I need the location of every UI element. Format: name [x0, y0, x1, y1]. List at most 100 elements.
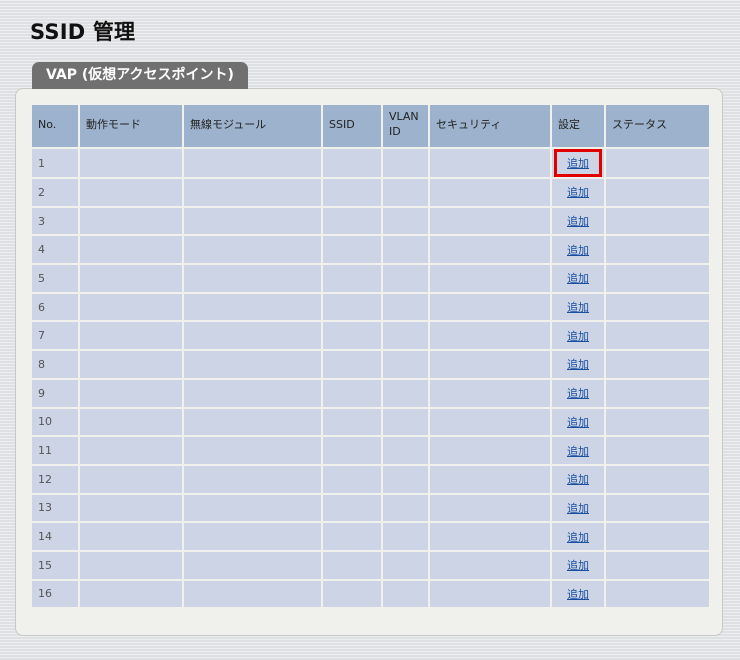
add-link[interactable]: 追加 [556, 294, 600, 320]
table-header-row: No. 動作モード 無線モジュール SSID VLAN ID セキュリティ 設定 … [30, 103, 711, 149]
table-row: 7 追加 [30, 320, 711, 352]
add-link[interactable]: 追加 [556, 323, 600, 349]
add-link[interactable]: 追加 [556, 179, 600, 205]
col-header-vlan-line2: ID [389, 125, 401, 138]
row-security [428, 205, 552, 237]
row-ssid [321, 147, 383, 179]
row-ssid [321, 234, 383, 266]
row-status [604, 205, 711, 237]
add-link[interactable]: 追加 [556, 438, 600, 464]
row-setting: 追加 [550, 492, 606, 524]
row-status [604, 291, 711, 323]
add-link[interactable]: 追加 [556, 495, 600, 521]
row-ssid [321, 320, 383, 352]
row-module [182, 147, 323, 179]
row-ssid [321, 177, 383, 208]
row-setting: 追加 [550, 349, 606, 380]
row-module [182, 377, 323, 409]
row-vlan-id [381, 177, 430, 208]
table-row: 10 追加 [30, 406, 711, 438]
col-header-setting: 設定 [550, 103, 606, 149]
row-number: 11 [30, 435, 80, 466]
table-row: 13 追加 [30, 492, 711, 524]
row-ssid [321, 291, 383, 323]
tab-vap[interactable]: VAP (仮想アクセスポイント) [32, 62, 248, 89]
table-row: 2 追加 [30, 177, 711, 208]
table-body: 1 追加 2 追加 3 追加 4 追加 5 追加 6 追加 7 追加 8 追加 9 追加 10 追加 11 追加 12 追加 1… [30, 147, 711, 610]
row-vlan-id [381, 291, 430, 323]
add-link[interactable]: 追加 [556, 351, 600, 377]
table-row: 6 追加 [30, 291, 711, 323]
row-status [604, 320, 711, 352]
row-number: 9 [30, 377, 80, 409]
row-vlan-id [381, 406, 430, 438]
row-mode [78, 377, 184, 409]
row-module [182, 578, 323, 610]
row-mode [78, 205, 184, 237]
table-row: 14 追加 [30, 521, 711, 552]
row-ssid [321, 549, 383, 581]
add-link[interactable]: 追加 [556, 466, 600, 492]
row-mode [78, 549, 184, 581]
col-header-security: セキュリティ [428, 103, 552, 149]
row-setting: 追加 [550, 521, 606, 552]
table-row: 16 追加 [30, 578, 711, 610]
table-row: 5 追加 [30, 263, 711, 294]
col-header-status: ステータス [604, 103, 711, 149]
row-vlan-id [381, 234, 430, 266]
row-vlan-id [381, 463, 430, 495]
row-ssid [321, 521, 383, 552]
row-setting: 追加 [550, 406, 606, 438]
row-ssid [321, 492, 383, 524]
row-setting: 追加 [550, 320, 606, 352]
add-link[interactable]: 追加 [556, 237, 600, 263]
add-link[interactable]: 追加 [556, 380, 600, 406]
add-link[interactable]: 追加 [556, 524, 600, 550]
row-setting: 追加 [550, 205, 606, 237]
row-module [182, 349, 323, 380]
row-security [428, 147, 552, 179]
row-status [604, 578, 711, 610]
row-security [428, 263, 552, 294]
row-number: 2 [30, 177, 80, 208]
row-security [428, 349, 552, 380]
row-vlan-id [381, 549, 430, 581]
row-security [428, 435, 552, 466]
row-module [182, 291, 323, 323]
row-setting: 追加 [550, 177, 606, 208]
row-security [428, 521, 552, 552]
row-mode [78, 578, 184, 610]
row-module [182, 234, 323, 266]
row-number: 8 [30, 349, 80, 380]
add-link[interactable]: 追加 [554, 149, 602, 177]
row-ssid [321, 463, 383, 495]
row-mode [78, 263, 184, 294]
row-vlan-id [381, 147, 430, 179]
table-row: 1 追加 [30, 147, 711, 179]
add-link[interactable]: 追加 [556, 265, 600, 291]
col-header-vlan-id: VLAN ID [381, 103, 430, 149]
col-header-no: No. [30, 103, 80, 149]
row-status [604, 463, 711, 495]
row-module [182, 463, 323, 495]
row-number: 12 [30, 463, 80, 495]
row-number: 6 [30, 291, 80, 323]
add-link[interactable]: 追加 [556, 208, 600, 234]
row-number: 1 [30, 147, 80, 179]
table-row: 12 追加 [30, 463, 711, 495]
add-link[interactable]: 追加 [556, 409, 600, 435]
row-status [604, 377, 711, 409]
row-mode [78, 177, 184, 208]
row-security [428, 377, 552, 409]
row-vlan-id [381, 205, 430, 237]
row-setting: 追加 [550, 463, 606, 495]
add-link[interactable]: 追加 [556, 581, 600, 607]
row-status [604, 263, 711, 294]
table-row: 4 追加 [30, 234, 711, 266]
row-security [428, 291, 552, 323]
col-header-ssid: SSID [321, 103, 383, 149]
add-link[interactable]: 追加 [556, 552, 600, 578]
row-security [428, 406, 552, 438]
row-status [604, 521, 711, 552]
row-module [182, 205, 323, 237]
